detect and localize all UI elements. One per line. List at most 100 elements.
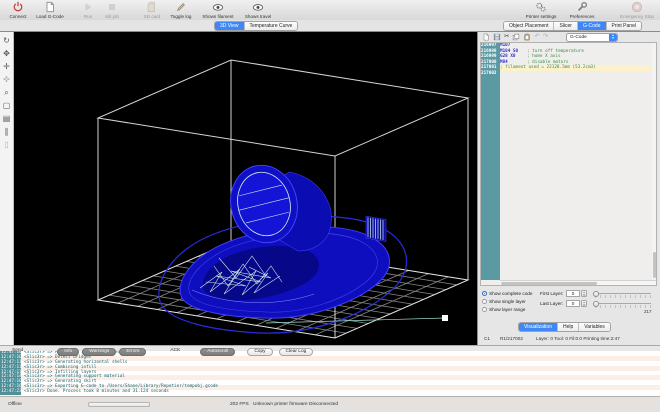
tab-variables[interactable]: Variables <box>578 323 609 331</box>
gcode-preview-scene <box>14 32 477 345</box>
origin-marker <box>442 315 448 321</box>
redo-icon: ↷ <box>543 33 548 41</box>
last-layer-slider[interactable] <box>593 300 651 308</box>
radio-show-layer-range[interactable]: Show layer range <box>482 307 525 312</box>
firmware-status: Unknown printer firmware <box>253 402 308 407</box>
play-icon <box>82 1 94 13</box>
tab-gcode[interactable]: G-Code <box>577 22 606 30</box>
pencil-icon <box>175 1 187 13</box>
radio-icon <box>482 307 487 312</box>
emergency-stop-button: Emergency Stop <box>617 1 657 19</box>
3d-viewport[interactable] <box>14 32 477 345</box>
eye-icon <box>212 1 224 13</box>
zoom-icon[interactable]: ⌕ <box>0 86 13 99</box>
show-travel-button[interactable]: Shows travel <box>239 1 277 19</box>
tab-slicer[interactable]: Slicer <box>553 22 577 30</box>
move-object-disabled-icon: ✜ <box>0 73 13 86</box>
connect-button[interactable]: Connect <box>5 1 31 19</box>
printer-settings-button[interactable]: Printer settings <box>519 1 563 19</box>
max-layer-label: 217 <box>644 309 652 314</box>
load-gcode-button[interactable]: Load G-Code <box>31 1 69 19</box>
disconnected-status: Disconnected <box>309 402 338 407</box>
eye-icon <box>252 1 264 13</box>
radio-show-complete-code[interactable]: Show complete code <box>482 291 533 296</box>
log-section: 12:47:10<Slic3r> => Preparing infill sur… <box>0 345 660 396</box>
show-filament-button[interactable]: Shows filament <box>197 1 239 19</box>
dropdown-arrows-icon: ▲▼ <box>609 34 617 41</box>
isometric-view-icon[interactable]: ▢ <box>0 99 13 112</box>
log-row: 12:47:23<Slic3r> Done. Process took 0 mi… <box>0 390 660 395</box>
travel-move-line <box>266 318 445 323</box>
sd-card-icon <box>146 1 158 13</box>
print-progress-bar <box>88 402 150 407</box>
copy-log-button[interactable]: Copy <box>247 348 272 356</box>
delete-object-icon: ▯ <box>0 138 13 151</box>
first-layer-input[interactable]: 0 <box>566 290 580 297</box>
copy-icon[interactable] <box>512 33 520 41</box>
save-icon[interactable] <box>493 33 501 41</box>
first-layer-slider[interactable] <box>593 290 651 298</box>
move-viewpoint-icon[interactable]: ✥ <box>0 47 13 60</box>
paste-icon[interactable] <box>523 33 531 41</box>
new-file-icon[interactable] <box>482 33 490 41</box>
cursor-column: C1 <box>484 336 490 341</box>
move-object-icon[interactable]: ✛ <box>0 60 13 73</box>
stop-icon <box>106 1 118 13</box>
layer-info: Layer: 0 Tool: 0 Fil:0.0 Printing time:2… <box>536 336 620 341</box>
editor-horizontal-scrollbar[interactable] <box>500 280 656 285</box>
support-block <box>366 216 386 242</box>
ack-toggle-button[interactable]: ACK <box>164 348 186 356</box>
gears-icon <box>535 1 547 13</box>
cursor-row: R1/217002 <box>500 336 523 341</box>
tab-print-panel[interactable]: Print Panel <box>606 22 641 30</box>
sd-card-button: SD card <box>139 1 165 19</box>
slider-thumb[interactable] <box>593 291 599 297</box>
radio-icon <box>482 291 487 296</box>
repetier-host-window: Connect Load G-Code Run Kill job SD card… <box>0 0 660 412</box>
editor-vertical-scrollbar[interactable] <box>652 43 656 280</box>
last-layer-stepper[interactable]: ▲▼ <box>581 300 587 307</box>
view-tool-palette: ↻ ✥ ✛ ✜ ⌕ ▢ ▤ ∥ ▯ <box>0 32 14 345</box>
warnings-toggle-button[interactable]: Warnings <box>82 348 116 356</box>
preferences-button[interactable]: Preferences <box>563 1 601 19</box>
radio-show-single-layer[interactable]: Show single layer <box>482 299 526 304</box>
send-button[interactable]: Send <box>6 348 29 356</box>
power-icon <box>12 1 24 13</box>
bottom-tab-group: Visualization Help Variables <box>518 322 611 332</box>
front-view-icon[interactable]: ▤ <box>0 112 13 125</box>
emergency-stop-icon <box>631 1 643 13</box>
errors-toggle-button[interactable]: Errors <box>119 348 146 356</box>
slider-thumb[interactable] <box>593 301 599 307</box>
gcode-panel: ✂ ↶ ↷ G-Code ▲▼ 216997M107 216998M104 S0… <box>477 32 660 345</box>
printed-object <box>159 158 448 333</box>
editor-bottom-tabs: Visualization Help Variables <box>478 322 660 332</box>
tab-help[interactable]: Help <box>557 323 578 331</box>
tab-temperature-curve[interactable]: Temperature Curve <box>244 22 298 30</box>
undo-icon: ↶ <box>534 33 539 41</box>
gcode-editor[interactable]: 216997M107 216998M104 S0; turn off tempe… <box>480 42 657 286</box>
visualization-controls: Show complete code Show single layer Sho… <box>478 290 660 320</box>
gcode-section-dropdown[interactable]: G-Code ▲▼ <box>566 33 618 42</box>
toggle-log-button[interactable]: Toggle log <box>165 1 197 19</box>
log-list[interactable]: 12:47:10<Slic3r> => Preparing infill sur… <box>0 351 660 396</box>
rotate-view-icon[interactable]: ↻ <box>0 34 13 47</box>
last-layer-input[interactable]: 0 <box>566 300 580 307</box>
cut-icon[interactable]: ✂ <box>504 33 509 41</box>
fps-indicator: 202 FPS <box>230 402 249 407</box>
tab-object-placement[interactable]: Object Placement <box>504 22 553 30</box>
tab-strip: 3D View Temperature Curve Object Placeme… <box>0 20 660 32</box>
parallel-projection-icon[interactable]: ∥ <box>0 125 13 138</box>
log-button-row: Send Info Warnings Errors ACK Autoscroll… <box>0 347 660 357</box>
editor-status-row: C1 R1/217002 Layer: 0 Tool: 0 Fil:0.0 Pr… <box>478 334 660 344</box>
autoscroll-toggle-button[interactable]: Autoscroll <box>200 348 235 356</box>
line-number-gutter <box>481 43 500 280</box>
tab-3d-view[interactable]: 3D View <box>215 22 244 30</box>
info-toggle-button[interactable]: Info <box>57 348 79 356</box>
radio-icon <box>482 299 487 304</box>
tab-visualization[interactable]: Visualization <box>519 323 557 331</box>
status-bar: Offline 202 FPS Unknown printer firmware… <box>0 396 660 412</box>
clear-log-button[interactable]: Clear Log <box>279 348 314 356</box>
wrench-icon <box>576 1 588 13</box>
connection-status: Offline <box>8 402 22 407</box>
first-layer-stepper[interactable]: ▲▼ <box>581 290 587 297</box>
